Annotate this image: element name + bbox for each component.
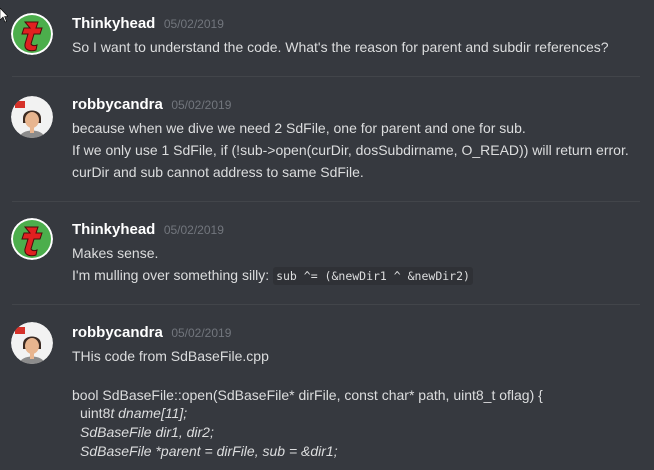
code-line: bool SdBaseFile::open(SdBaseFile* dirFil… [72,387,543,403]
code-fragment-italic: t dname[11]; [110,405,188,421]
message-text: If we only use 1 SdFile, if (!sub->open(… [72,142,629,158]
timestamp[interactable]: 05/02/2019 [164,17,224,31]
timestamp[interactable]: 05/02/2019 [164,223,224,237]
message-divider [12,304,640,305]
code-line: SdBaseFile dir1, dir2; [80,424,214,440]
message-text: curDir and sub cannot address to same Sd… [72,164,364,180]
code-line: uint8t dname[11]; [80,405,187,421]
robbycandra-avatar[interactable] [11,96,53,138]
inline-code: sub ^= (&newDir1 ^ &newDir2) [273,267,473,285]
code-fragment: uint8 [80,405,111,421]
message-text: Makes sense. [72,245,159,261]
inline-text: I'm mulling over something silly: [72,267,270,283]
author-name[interactable]: Thinkyhead [72,15,155,32]
author-name[interactable]: robbycandra [72,324,163,341]
mouse-cursor-icon [0,8,8,23]
timestamp[interactable]: 05/02/2019 [171,98,231,112]
message-text-with-code: I'm mulling over something silly: sub ^=… [72,267,473,285]
author-name[interactable]: robbycandra [72,96,163,113]
message-text: So I want to understand the code. What's… [72,39,609,55]
message-divider [12,76,640,77]
thinkyhead-logo-icon [11,218,53,260]
message-text: because when we dive we need 2 SdFile, o… [72,120,526,136]
message-text: THis code from SdBaseFile.cpp [72,348,269,364]
robbycandra-avatar[interactable] [11,322,53,364]
robbycandra-avatar-icon [11,322,53,364]
author-name[interactable]: Thinkyhead [72,221,155,238]
robbycandra-avatar-icon [11,96,53,138]
thinkyhead-logo-icon [11,13,53,55]
thinkyhead-avatar[interactable] [11,13,53,55]
message-divider [12,201,640,202]
code-line: SdBaseFile *parent = dirFile, sub = &dir… [80,443,338,459]
timestamp[interactable]: 05/02/2019 [171,326,231,340]
thinkyhead-avatar[interactable] [11,218,53,260]
